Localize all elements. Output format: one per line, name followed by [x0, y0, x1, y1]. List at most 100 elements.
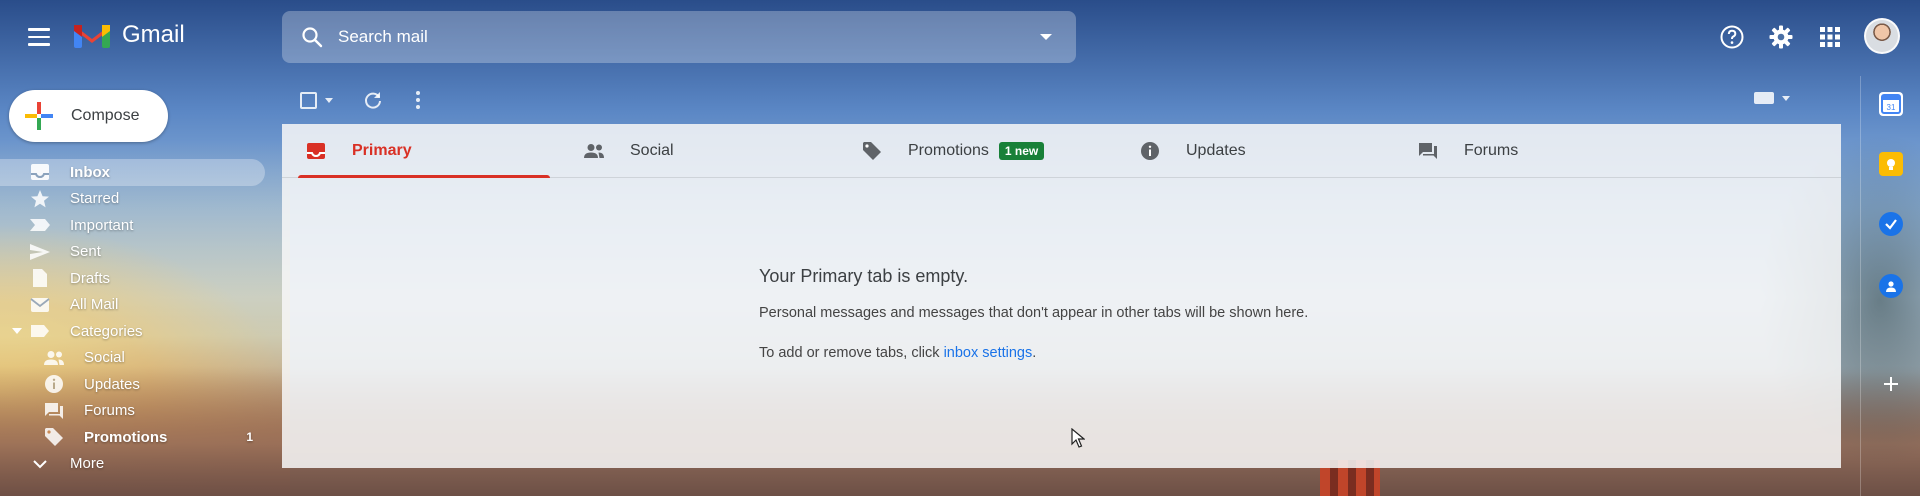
label-icon — [29, 321, 51, 341]
search-options-button[interactable] — [1026, 17, 1066, 57]
main-menu-button[interactable] — [22, 22, 56, 52]
hamburger-line — [28, 43, 50, 46]
sidebar-item-updates[interactable]: Updates — [0, 371, 265, 398]
settings-button[interactable] — [1766, 22, 1796, 52]
add-addon-icon[interactable] — [1879, 372, 1903, 396]
caret-down-icon — [1782, 95, 1790, 101]
contacts-icon[interactable] — [1879, 274, 1903, 298]
compose-plus-icon — [25, 102, 53, 130]
empty-state: Your Primary tab is empty. Personal mess… — [759, 266, 1308, 361]
sidebar-item-label: Categories — [70, 322, 143, 340]
calendar-icon[interactable]: 31 — [1879, 92, 1903, 116]
unread-count: 1 — [246, 430, 253, 445]
tab-label: Social — [630, 142, 674, 159]
tag-icon — [860, 139, 884, 163]
people-icon — [582, 139, 606, 163]
caret-down-icon — [1040, 34, 1052, 40]
apps-button[interactable] — [1815, 22, 1845, 52]
apps-grid-icon — [1820, 27, 1840, 47]
sidebar-item-more[interactable]: More — [0, 451, 265, 478]
list-toolbar — [300, 86, 421, 114]
tag-icon — [43, 427, 65, 447]
hint-prefix: To add or remove tabs, click — [759, 345, 944, 361]
sidebar-item-all-mail[interactable]: All Mail — [0, 292, 265, 319]
svg-text:31: 31 — [1887, 103, 1896, 112]
hamburger-line — [28, 35, 50, 39]
compose-label: Compose — [71, 107, 140, 124]
sidebar-item-label: Forums — [84, 402, 135, 420]
forum-icon — [43, 401, 65, 421]
sidebar-item-label: Starred — [70, 190, 120, 208]
sidebar-item-label: Promotions — [84, 428, 168, 446]
select-dropdown-button[interactable] — [325, 97, 333, 103]
chevron-down-icon — [29, 454, 51, 474]
sidebar-item-label: All Mail — [70, 296, 119, 314]
hamburger-line — [28, 28, 50, 31]
tab-label: Primary — [352, 142, 412, 159]
gear-icon — [1769, 25, 1793, 49]
sidebar-item-label: Drafts — [70, 269, 111, 287]
empty-state-title: Your Primary tab is empty. — [759, 266, 969, 286]
tab-updates[interactable]: Updates — [1124, 124, 1384, 178]
search-bar[interactable] — [282, 11, 1076, 63]
help-icon — [1720, 25, 1744, 49]
draft-icon — [29, 268, 51, 288]
empty-state-description: Personal messages and messages that don'… — [759, 305, 1309, 321]
sidebar-item-label: Sent — [70, 243, 101, 261]
gmail-logo[interactable]: Gmail — [72, 20, 185, 50]
info-icon — [1138, 139, 1162, 163]
app-name: Gmail — [122, 21, 185, 48]
sidebar-item-label: Important — [70, 216, 134, 234]
inbox-settings-link[interactable]: inbox settings — [944, 345, 1033, 361]
forum-icon — [1416, 139, 1440, 163]
important-icon — [29, 215, 51, 235]
sidebar-item-social[interactable]: Social — [0, 345, 265, 372]
sidebar-item-forums[interactable]: Forums — [0, 398, 265, 425]
keyboard-icon — [1754, 92, 1774, 104]
keep-icon[interactable] — [1879, 152, 1903, 176]
star-icon — [29, 189, 51, 209]
tab-social[interactable]: Social — [568, 124, 828, 178]
sidebar-item-label: More — [70, 455, 105, 473]
search-input[interactable] — [338, 27, 1026, 47]
info-icon — [43, 374, 65, 394]
compose-button[interactable]: Compose — [9, 90, 168, 142]
sidebar-item-inbox[interactable]: Inbox — [0, 159, 265, 186]
sidebar-item-important[interactable]: Important — [0, 212, 265, 239]
mouse-cursor-icon — [1071, 428, 1085, 448]
sidebar-item-starred[interactable]: Starred — [0, 186, 265, 213]
sidebar-item-label: Updates — [84, 375, 140, 393]
sidebar-item-categories[interactable]: Categories — [0, 318, 265, 345]
inbox-icon — [304, 139, 328, 163]
gmail-m-icon — [74, 25, 110, 48]
inbox-panel: Primary Social Promotions 1 new Updates — [282, 124, 1841, 468]
mail-icon — [29, 295, 51, 315]
search-icon[interactable] — [300, 25, 324, 49]
sidebar-item-drafts[interactable]: Drafts — [0, 265, 265, 292]
category-tabs: Primary Social Promotions 1 new Updates — [282, 124, 1841, 178]
send-icon — [29, 242, 51, 262]
sidebar-item-label: Inbox — [70, 163, 110, 181]
sidebar-item-label: Social — [84, 349, 125, 367]
tab-label: Forums — [1464, 142, 1519, 159]
tab-forums[interactable]: Forums — [1402, 124, 1662, 178]
sidebar-item-promotions[interactable]: Promotions 1 — [0, 424, 265, 451]
inbox-icon — [29, 162, 51, 182]
tab-primary[interactable]: Primary — [290, 124, 550, 178]
select-all-checkbox[interactable] — [300, 91, 317, 109]
empty-state-hint: To add or remove tabs, click inbox setti… — [759, 345, 1308, 361]
account-avatar[interactable] — [1864, 18, 1900, 54]
more-vert-icon[interactable] — [415, 90, 421, 110]
tab-promotions[interactable]: Promotions 1 new — [846, 124, 1116, 178]
tab-label: Updates — [1186, 142, 1246, 159]
refresh-icon[interactable] — [363, 90, 383, 110]
side-panel-rail: 31 — [1860, 76, 1920, 496]
sidebar-nav: Inbox Starred Important Sent Drafts All … — [0, 159, 265, 477]
input-tools-button[interactable] — [1754, 92, 1790, 104]
support-button[interactable] — [1717, 22, 1747, 52]
caret-down-icon[interactable] — [12, 328, 22, 335]
sidebar-item-sent[interactable]: Sent — [0, 239, 265, 266]
tab-label: Promotions — [908, 142, 989, 159]
tasks-icon[interactable] — [1879, 212, 1903, 236]
hint-suffix: . — [1032, 345, 1037, 361]
